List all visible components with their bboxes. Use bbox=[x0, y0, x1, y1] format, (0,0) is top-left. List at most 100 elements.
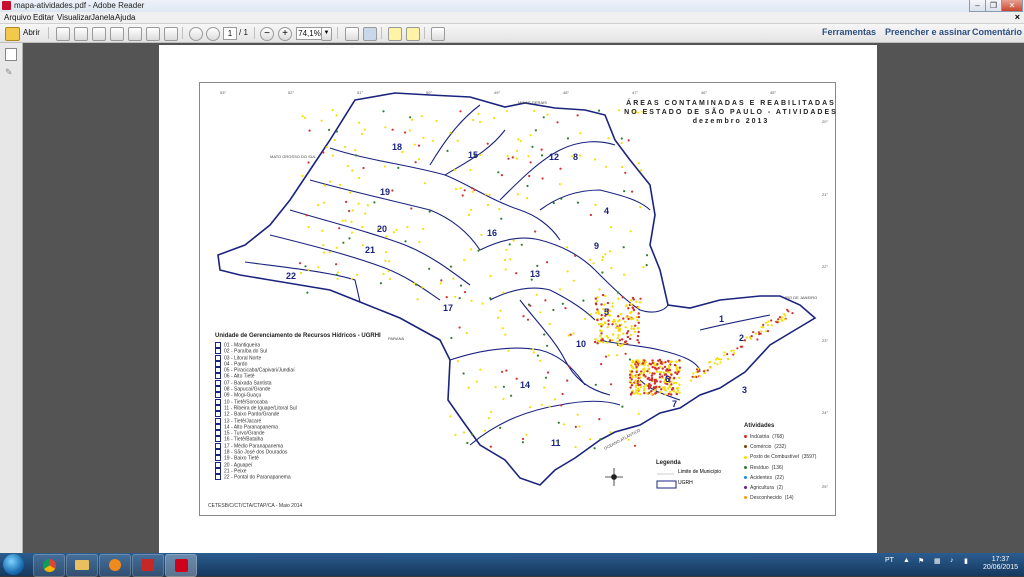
network-icon[interactable]: ▦ bbox=[934, 557, 941, 565]
activity-point bbox=[607, 137, 610, 140]
power-icon[interactable]: ▮ bbox=[964, 557, 968, 565]
system-clock[interactable]: 17:37 20/06/2015 bbox=[983, 556, 1018, 572]
activity-point bbox=[387, 270, 390, 273]
activity-point bbox=[320, 119, 323, 122]
activity-point bbox=[647, 364, 650, 367]
activity-point bbox=[317, 204, 320, 207]
activity-point bbox=[736, 347, 739, 350]
activity-point bbox=[486, 142, 489, 145]
activity-dot-icon bbox=[744, 486, 747, 490]
activity-point bbox=[639, 386, 642, 389]
activity-point bbox=[640, 169, 643, 172]
activity-point bbox=[670, 388, 674, 391]
activity-point bbox=[607, 319, 610, 322]
activity-point bbox=[606, 301, 610, 305]
activity-point bbox=[449, 265, 453, 268]
language-indicator[interactable]: PT bbox=[885, 557, 894, 564]
activity-point bbox=[760, 326, 763, 329]
activity-point bbox=[540, 403, 543, 406]
activity-point bbox=[616, 326, 619, 329]
activity-point bbox=[328, 251, 331, 254]
activity-point bbox=[626, 335, 630, 339]
activity-dot-icon bbox=[744, 455, 747, 459]
activity-count: (232) bbox=[774, 444, 787, 451]
activity-point bbox=[504, 268, 507, 271]
activity-point bbox=[449, 131, 452, 134]
activity-point bbox=[489, 297, 492, 300]
activity-point bbox=[623, 190, 626, 193]
activity-point bbox=[616, 340, 619, 343]
activity-point bbox=[469, 168, 472, 171]
activity-point bbox=[664, 361, 667, 364]
activity-point bbox=[579, 132, 582, 135]
start-button[interactable] bbox=[3, 554, 24, 575]
activity-point bbox=[507, 157, 510, 160]
adobe-reader-taskbar-icon[interactable] bbox=[165, 554, 197, 577]
activity-point bbox=[620, 137, 623, 140]
region-number: 10 bbox=[576, 339, 586, 349]
activity-point bbox=[574, 425, 577, 428]
activity-point bbox=[784, 314, 787, 317]
ugrhi-swatch bbox=[215, 430, 221, 437]
activity-point bbox=[604, 165, 608, 168]
activity-point bbox=[459, 110, 462, 113]
media-player-taskbar-icon[interactable] bbox=[99, 554, 131, 577]
activity-point bbox=[637, 341, 641, 344]
activity-point bbox=[678, 359, 681, 362]
activity-point bbox=[479, 153, 482, 156]
activity-point bbox=[323, 184, 326, 187]
activity-count: (14) bbox=[784, 495, 794, 502]
activity-point bbox=[599, 334, 602, 337]
activity-point bbox=[463, 291, 467, 294]
activity-point bbox=[532, 351, 536, 354]
activity-point bbox=[428, 267, 431, 270]
activity-point bbox=[661, 375, 664, 378]
show-hidden-icons-icon[interactable]: ▲ bbox=[903, 557, 910, 564]
latitude-tick: 21° bbox=[822, 192, 828, 197]
activity-point bbox=[422, 136, 425, 139]
region-number: 3 bbox=[742, 385, 747, 395]
activity-point bbox=[496, 316, 500, 319]
activity-point bbox=[600, 329, 603, 333]
activity-point bbox=[781, 316, 784, 319]
ugrhi-swatch bbox=[215, 354, 221, 361]
activity-point bbox=[622, 332, 625, 335]
activity-point bbox=[517, 138, 520, 141]
activity-point bbox=[624, 352, 627, 355]
activity-point bbox=[594, 383, 597, 386]
activity-point bbox=[637, 162, 641, 165]
activity-point bbox=[480, 233, 483, 236]
activity-point bbox=[363, 128, 366, 131]
activity-point bbox=[454, 433, 457, 436]
chrome-taskbar-icon[interactable] bbox=[33, 554, 65, 577]
activity-point bbox=[629, 386, 632, 389]
activity-point bbox=[677, 370, 680, 374]
activity-point bbox=[611, 302, 615, 305]
activity-point bbox=[654, 367, 657, 370]
activity-point bbox=[505, 110, 508, 113]
activity-legend-item: Posto de Combustível (3597) bbox=[744, 452, 834, 462]
activity-point bbox=[589, 313, 592, 316]
activity-point bbox=[723, 351, 726, 354]
volume-icon[interactable]: ♪ bbox=[950, 557, 954, 564]
activity-point bbox=[533, 109, 536, 113]
activity-point bbox=[617, 297, 620, 300]
activity-point bbox=[635, 374, 638, 377]
activity-point bbox=[635, 365, 638, 369]
activity-point bbox=[308, 129, 311, 132]
acrobat-taskbar-icon[interactable] bbox=[132, 554, 164, 577]
activity-point bbox=[322, 151, 325, 154]
activity-point bbox=[637, 312, 640, 315]
activity-point bbox=[636, 392, 640, 395]
activity-point bbox=[329, 180, 332, 183]
file-explorer-taskbar-icon[interactable] bbox=[66, 554, 98, 577]
activity-point bbox=[589, 213, 593, 217]
activity-point bbox=[561, 302, 565, 305]
ugrhi-legend-title: Unidade de Gerenciamento de Recursos Híd… bbox=[215, 333, 381, 339]
flag-icon[interactable]: ⚑ bbox=[918, 557, 924, 565]
legend-ugrh: UGRH bbox=[678, 480, 693, 486]
activity-point bbox=[630, 317, 633, 321]
activity-point bbox=[542, 116, 545, 119]
activity-point bbox=[500, 217, 503, 220]
activity-point bbox=[465, 332, 468, 335]
